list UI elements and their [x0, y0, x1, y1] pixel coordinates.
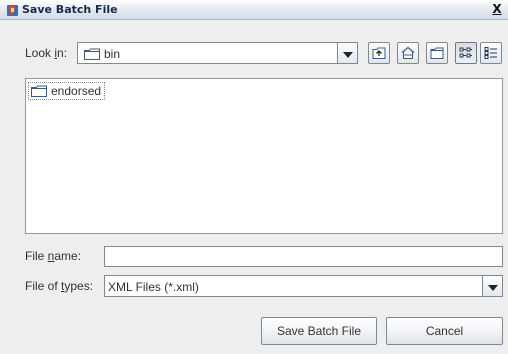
file-types-value: XML Files (*.xml) — [108, 280, 199, 294]
window-title: Save Batch File — [22, 3, 118, 16]
details-view-button[interactable] — [480, 42, 502, 64]
list-item[interactable]: endorsed — [28, 82, 106, 100]
title-bar[interactable]: Save Batch File X — [0, 0, 508, 20]
save-batch-file-dialog: Save Batch File X Look in: bin endorsed … — [0, 0, 508, 354]
home-button[interactable] — [397, 42, 419, 64]
cancel-button[interactable]: Cancel — [386, 317, 503, 345]
new-folder-icon — [430, 47, 444, 59]
look-in-combo[interactable]: bin — [77, 42, 358, 64]
close-button[interactable]: X — [490, 2, 504, 17]
chevron-down-icon[interactable] — [337, 43, 357, 63]
up-one-level-icon — [372, 47, 386, 59]
save-batch-file-button[interactable]: Save Batch File — [261, 317, 377, 345]
chevron-down-icon[interactable] — [482, 276, 502, 296]
details-view-icon — [484, 47, 497, 59]
home-icon — [401, 46, 415, 59]
list-item-name: endorsed — [51, 84, 102, 98]
up-one-level-button[interactable] — [368, 42, 390, 64]
look-in-value: bin — [104, 47, 121, 61]
file-name-label: File name: — [25, 249, 82, 263]
folder-icon — [31, 85, 47, 97]
file-types-label: File of types: — [25, 279, 94, 293]
look-in-label: Look in: — [25, 46, 68, 60]
java-app-icon — [7, 5, 18, 16]
list-view-icon — [459, 47, 472, 58]
file-types-combo[interactable]: XML Files (*.xml) — [104, 275, 503, 297]
folder-icon — [84, 48, 100, 60]
file-name-input[interactable] — [104, 246, 503, 267]
list-view-button[interactable] — [455, 42, 477, 64]
file-list[interactable]: endorsed — [25, 78, 503, 234]
new-folder-button[interactable] — [426, 42, 448, 64]
